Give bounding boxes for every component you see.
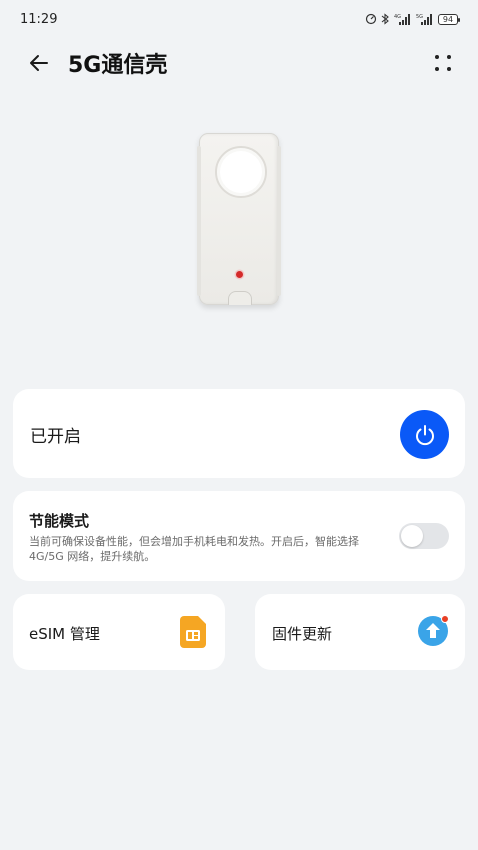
phone-case-illustration (197, 133, 281, 305)
back-button[interactable] (22, 46, 56, 80)
update-badge (441, 615, 449, 623)
battery-icon: 94 (438, 13, 460, 25)
status-led (236, 271, 243, 278)
eco-mode-toggle[interactable] (399, 523, 449, 549)
camera-cutout (215, 146, 267, 198)
signal-icon-1: 4G (394, 13, 412, 25)
dnd-icon (365, 13, 377, 25)
bluetooth-icon (381, 13, 390, 25)
svg-text:5G: 5G (416, 14, 423, 20)
page-title: 5G通信壳 (68, 53, 168, 78)
firmware-update-card[interactable]: 固件更新 (255, 594, 465, 670)
more-options-button[interactable] (426, 46, 460, 80)
status-bar: 11:29 4G 5G 94 (0, 0, 478, 38)
svg-text:4G: 4G (394, 14, 401, 20)
arrow-left-icon (30, 55, 48, 71)
esim-management-card[interactable]: eSIM 管理 (13, 594, 225, 670)
eco-mode-title: 节能模式 (29, 512, 90, 530)
status-time: 11:29 (20, 11, 58, 27)
power-status-label: 已开启 (30, 427, 81, 447)
esim-label: eSIM 管理 (29, 625, 100, 643)
battery-level: 94 (442, 14, 454, 24)
eco-mode-card: 节能模式 当前可确保设备性能，但会增加手机耗电和发热。开启后，智能选择 4G/5… (13, 491, 465, 581)
sim-card-icon (180, 616, 206, 648)
more-dots-icon (435, 55, 439, 59)
firmware-label: 固件更新 (272, 625, 333, 643)
toggle-knob (401, 525, 423, 547)
status-icons: 4G 5G 94 (365, 13, 460, 25)
port-cutout (228, 291, 252, 305)
power-icon (415, 424, 434, 445)
device-image (197, 133, 281, 305)
signal-icon-2: 5G (416, 13, 434, 25)
power-card: 已开启 (13, 389, 465, 478)
title-bar: 5G通信壳 (0, 38, 478, 88)
power-toggle-button[interactable] (400, 410, 449, 459)
eco-mode-description: 当前可确保设备性能，但会增加手机耗电和发热。开启后，智能选择 4G/5G 网络，… (29, 535, 359, 563)
